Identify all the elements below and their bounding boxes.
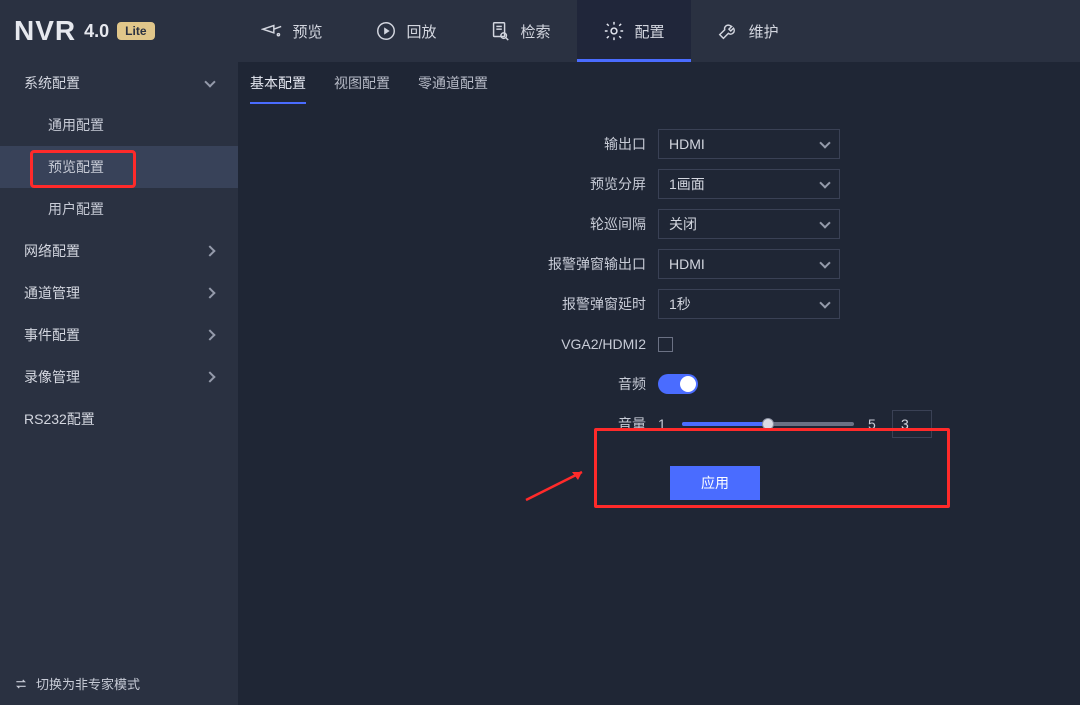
- row-interval: 轮巡间隔 关闭: [238, 204, 978, 244]
- chevron-right-icon: [204, 329, 215, 340]
- sidebar-item-event-label: 事件配置: [24, 325, 80, 345]
- volume-min: 1: [658, 416, 668, 432]
- sidebar-item-record-label: 录像管理: [24, 367, 80, 387]
- subtab-zero-label: 零通道配置: [418, 73, 488, 93]
- sidebar-item-rs232[interactable]: RS232配置: [0, 398, 238, 440]
- sidebar-item-channel[interactable]: 通道管理: [0, 272, 238, 314]
- subtab-basic-label: 基本配置: [250, 73, 306, 93]
- volume-slider-fill: [682, 422, 768, 426]
- chevron-down-icon: [819, 217, 830, 228]
- row-volume: 音量 1 5 3: [238, 404, 978, 444]
- row-alarm-out: 报警弹窗输出口 HDMI: [238, 244, 978, 284]
- sidebar-sub-general-label: 通用配置: [48, 115, 104, 135]
- chevron-right-icon: [204, 371, 215, 382]
- label-output: 输出口: [238, 134, 658, 154]
- subtab-zero[interactable]: 零通道配置: [418, 62, 488, 104]
- swap-icon: [14, 677, 28, 691]
- select-output-value: HDMI: [669, 136, 705, 152]
- sidebar-item-channel-label: 通道管理: [24, 283, 80, 303]
- sidebar-sub-general[interactable]: 通用配置: [0, 104, 238, 146]
- sidebar-sub-user-label: 用户配置: [48, 199, 104, 219]
- row-split: 预览分屏 1画面: [238, 164, 978, 204]
- row-audio: 音频: [238, 364, 978, 404]
- select-alarm-out-value: HDMI: [669, 256, 705, 272]
- sidebar-sub-preview[interactable]: 预览配置: [0, 146, 238, 188]
- brand-edition-badge: Lite: [117, 22, 154, 40]
- subtab-basic[interactable]: 基本配置: [250, 62, 306, 104]
- label-alarm-delay: 报警弹窗延时: [238, 294, 658, 314]
- playback-icon: [375, 20, 397, 42]
- subtab-view[interactable]: 视图配置: [334, 62, 390, 104]
- chevron-down-icon: [204, 76, 215, 87]
- topnav-preview-label: 预览: [293, 21, 323, 42]
- chevron-down-icon: [819, 257, 830, 268]
- sidebar-item-network-label: 网络配置: [24, 241, 80, 261]
- select-split-value: 1画面: [669, 174, 705, 194]
- topnav-search[interactable]: 检索: [463, 0, 577, 62]
- top-nav: 预览 回放 检索 配置 维护: [235, 0, 805, 62]
- sidebar-item-network[interactable]: 网络配置: [0, 230, 238, 272]
- subtab-view-label: 视图配置: [334, 73, 390, 93]
- form: 输出口 HDMI 预览分屏 1画面: [238, 124, 978, 500]
- topnav-playback-label: 回放: [407, 21, 437, 42]
- volume-slider[interactable]: [682, 422, 854, 426]
- select-alarm-out[interactable]: HDMI: [658, 249, 840, 279]
- sidebar: 系统配置 通用配置 预览配置 用户配置 网络配置 通道管理 事件配置 录像管理: [0, 62, 238, 705]
- chevron-down-icon: [819, 137, 830, 148]
- select-interval[interactable]: 关闭: [658, 209, 840, 239]
- volume-value-input[interactable]: 3: [892, 410, 932, 438]
- sidebar-item-system-label: 系统配置: [24, 73, 80, 93]
- camera-icon: [261, 20, 283, 42]
- label-vga: VGA2/HDMI2: [238, 336, 658, 352]
- chevron-right-icon: [204, 287, 215, 298]
- checkbox-vga[interactable]: [658, 337, 673, 352]
- apply-button[interactable]: 应用: [670, 466, 760, 500]
- main: 基本配置 视图配置 零通道配置 输出口 HDMI 预览分屏: [238, 62, 1080, 705]
- select-alarm-delay-value: 1秒: [669, 294, 691, 314]
- row-vga: VGA2/HDMI2: [238, 324, 978, 364]
- brand-version: 4.0: [84, 21, 109, 42]
- top-bar: NVR 4.0 Lite 预览 回放 检索 配置: [0, 0, 1080, 62]
- chevron-down-icon: [819, 177, 830, 188]
- row-output: 输出口 HDMI: [238, 124, 978, 164]
- topnav-config-label: 配置: [635, 21, 665, 42]
- wrench-icon: [717, 20, 739, 42]
- sidebar-sub-preview-label: 预览配置: [48, 157, 104, 177]
- sidebar-item-rs232-label: RS232配置: [24, 409, 95, 429]
- volume-slider-wrap: 1 5 3: [658, 410, 932, 438]
- label-split: 预览分屏: [238, 174, 658, 194]
- label-volume: 音量: [238, 414, 658, 434]
- select-split[interactable]: 1画面: [658, 169, 840, 199]
- topnav-maintain-label: 维护: [749, 21, 779, 42]
- chevron-right-icon: [204, 245, 215, 256]
- label-interval: 轮巡间隔: [238, 214, 658, 234]
- topnav-preview[interactable]: 预览: [235, 0, 349, 62]
- row-alarm-delay: 报警弹窗延时 1秒: [238, 284, 978, 324]
- volume-slider-thumb[interactable]: [762, 418, 774, 430]
- topnav-config[interactable]: 配置: [577, 0, 691, 62]
- sidebar-footer-toggle[interactable]: 切换为非专家模式: [0, 662, 238, 705]
- label-alarm-out: 报警弹窗输出口: [238, 254, 658, 274]
- volume-max: 5: [868, 416, 878, 432]
- sidebar-item-record[interactable]: 录像管理: [0, 356, 238, 398]
- file-search-icon: [489, 20, 511, 42]
- brand: NVR 4.0 Lite: [0, 0, 185, 62]
- sidebar-item-event[interactable]: 事件配置: [0, 314, 238, 356]
- body: 系统配置 通用配置 预览配置 用户配置 网络配置 通道管理 事件配置 录像管理: [0, 62, 1080, 705]
- chevron-down-icon: [819, 297, 830, 308]
- topnav-playback[interactable]: 回放: [349, 0, 463, 62]
- sidebar-item-system[interactable]: 系统配置: [0, 62, 238, 104]
- sidebar-footer-label: 切换为非专家模式: [36, 674, 140, 693]
- gear-icon: [603, 20, 625, 42]
- sidebar-sub-user[interactable]: 用户配置: [0, 188, 238, 230]
- select-interval-value: 关闭: [669, 214, 697, 234]
- brand-name: NVR: [14, 15, 76, 47]
- select-output[interactable]: HDMI: [658, 129, 840, 159]
- topnav-search-label: 检索: [521, 21, 551, 42]
- toggle-audio[interactable]: [658, 374, 698, 394]
- sub-tabs: 基本配置 视图配置 零通道配置: [238, 62, 1080, 104]
- select-alarm-delay[interactable]: 1秒: [658, 289, 840, 319]
- topnav-maintain[interactable]: 维护: [691, 0, 805, 62]
- label-audio: 音频: [238, 374, 658, 394]
